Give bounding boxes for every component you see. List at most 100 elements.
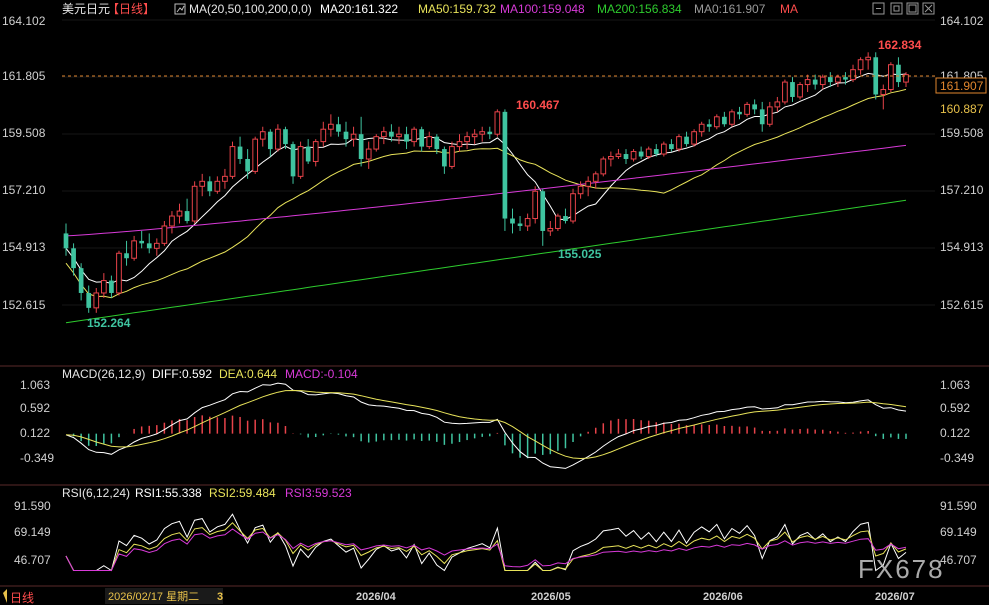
candle-body: [835, 76, 841, 83]
restore-icon[interactable]: [890, 2, 903, 15]
period-label[interactable]: 【日线】: [107, 2, 155, 16]
candle-body: [812, 79, 818, 85]
candle-body: [404, 134, 409, 142]
candle-body: [532, 190, 539, 220]
candle-body: [449, 146, 455, 167]
candle-body: [729, 111, 735, 125]
candle-body: [184, 211, 190, 222]
price-label-left: 164.102: [2, 14, 46, 28]
candle-body: [570, 193, 576, 222]
candle-body: [229, 146, 236, 177]
candle-body: [857, 59, 864, 71]
high-annotation: 162.834: [878, 38, 922, 52]
ma20-value: MA20:161.322: [320, 2, 398, 16]
price-label-right: 157.210: [940, 183, 984, 197]
candle-body: [139, 240, 145, 244]
candle-body: [494, 111, 501, 135]
tab-daily[interactable]: 日线: [10, 591, 34, 605]
candle-body: [774, 101, 781, 108]
candle-body: [343, 131, 349, 140]
low-price-value: 160.887: [940, 102, 984, 116]
candle-body: [502, 111, 508, 219]
macd-label-right: 0.122: [940, 426, 970, 440]
chart-canvas[interactable]: 美元日元 【日线】 MA(20,50,100,200,0,0) MA20:161…: [0, 0, 989, 605]
low-annotation: 152.264: [87, 316, 131, 330]
candle-body: [623, 154, 629, 159]
price-label-right: 152.615: [940, 298, 984, 312]
candle-body: [207, 181, 213, 192]
rsi-label-left: 91.590: [14, 499, 51, 513]
candle-body: [93, 292, 100, 309]
ma100-value: MA100:159.048: [500, 2, 585, 16]
cursor-date: 2026/02/17 星期二: [108, 590, 199, 603]
candle-body: [380, 131, 387, 138]
candle-body: [267, 131, 273, 150]
rsi-params: RSI(6,12,24): [62, 486, 130, 500]
macd-label-right: -0.349: [940, 451, 974, 465]
watermark-logo: FX678: [858, 554, 945, 584]
macd-label-left: 1.063: [20, 378, 50, 392]
rsi1-line: [65, 513, 907, 572]
candle-body: [645, 148, 652, 158]
candle-body: [297, 146, 304, 177]
rsi3-value: RSI3:59.523: [285, 486, 352, 500]
candle-body: [312, 141, 319, 162]
candle-body: [737, 111, 742, 115]
candle-body: [456, 141, 463, 148]
macd-dea-line: [65, 389, 907, 460]
candle-body: [790, 82, 795, 97]
candle-body: [191, 185, 198, 222]
tab-arrow-icon[interactable]: [3, 589, 7, 603]
cursor-date-tail: 3: [217, 591, 223, 603]
indicator-chart-icon: [176, 5, 185, 13]
candle-body: [759, 109, 765, 125]
candle-body: [698, 123, 705, 133]
macd-dea: DEA:0.644: [219, 367, 277, 381]
date-tick: 2026/05: [531, 591, 571, 603]
candle-body: [259, 131, 266, 140]
price-label-right: 159.508: [940, 126, 984, 140]
minus-icon[interactable]: [872, 2, 885, 15]
candle-body: [600, 158, 607, 175]
macd-label-left: -0.349: [20, 451, 54, 465]
candle-body: [510, 218, 515, 224]
candle-body: [199, 180, 206, 187]
candle-body: [131, 240, 137, 259]
macd-label-right: 1.063: [940, 378, 970, 392]
candle-body: [396, 133, 402, 138]
candle-body: [766, 106, 773, 125]
candle-body: [176, 210, 183, 217]
candlesticks[interactable]: [63, 52, 909, 313]
candle-body: [896, 64, 901, 83]
rsi1-value: RSI1:55.338: [135, 486, 202, 500]
rsi-label-right: 46.707: [940, 553, 977, 567]
candle-body: [222, 175, 228, 182]
candle-body: [744, 103, 750, 115]
candle-body: [237, 146, 243, 159]
candle-body: [169, 215, 175, 227]
candle-body: [608, 156, 614, 160]
candle-body: [880, 89, 887, 95]
close-icon[interactable]: [922, 2, 935, 15]
candle-body: [547, 227, 554, 232]
candle-body: [722, 116, 727, 125]
high-annotation: 160.467: [516, 98, 560, 112]
candle-body: [479, 131, 486, 135]
maximize-icon[interactable]: [906, 2, 919, 15]
price-label-left: 159.508: [2, 126, 46, 140]
candle-body: [252, 138, 259, 172]
candle-body: [713, 116, 720, 128]
candle-body: [585, 180, 592, 187]
candle-body: [827, 77, 833, 83]
candle-body: [305, 146, 311, 162]
candle-body: [669, 144, 674, 150]
candle-body: [419, 129, 425, 147]
candle-body: [336, 124, 341, 132]
candle-body: [471, 133, 478, 138]
candle-body: [577, 185, 584, 195]
ma50-value: MA50:159.732: [418, 2, 496, 16]
candle-body: [146, 243, 152, 249]
date-tick: 2026/04: [356, 591, 397, 603]
indicator-settings-icon[interactable]: [174, 3, 186, 15]
ma-tag: MA: [780, 2, 798, 16]
